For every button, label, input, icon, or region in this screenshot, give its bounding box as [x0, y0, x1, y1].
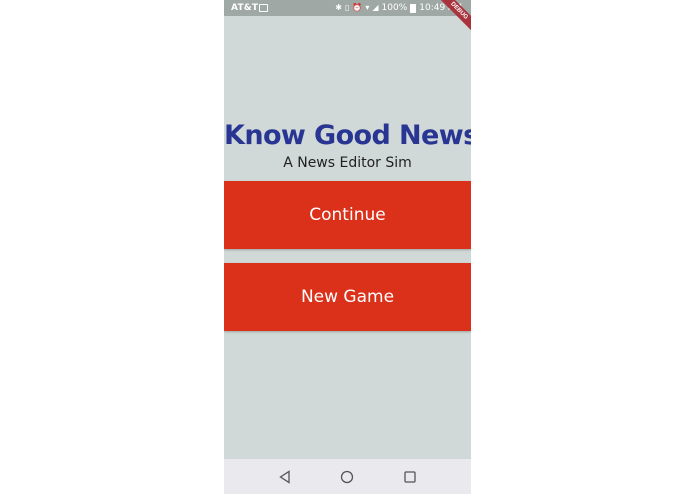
- alarm-icon: ⏰: [352, 3, 363, 12]
- status-bar: AT&T ✱ ▯ ⏰ ▾ ◢ 100% 10:49 AM: [224, 0, 471, 16]
- app-subtitle: A News Editor Sim: [283, 155, 412, 171]
- navigation-bar: [224, 459, 471, 494]
- recent-apps-icon[interactable]: [400, 467, 420, 487]
- wifi-icon: ▾: [365, 3, 370, 12]
- battery-percent: 100%: [381, 3, 408, 13]
- bluetooth-icon: ✱: [335, 3, 342, 12]
- carrier-label: AT&T: [231, 3, 259, 13]
- new-game-button[interactable]: New Game: [224, 263, 471, 331]
- image-notification-icon: [259, 4, 268, 12]
- battery-icon: [410, 3, 417, 13]
- home-icon[interactable]: [337, 467, 357, 487]
- signal-icon: ◢: [372, 3, 379, 12]
- phone-screen: AT&T ✱ ▯ ⏰ ▾ ◢ 100% 10:49 AM DEBUG Know …: [224, 0, 471, 494]
- continue-button[interactable]: Continue: [224, 181, 471, 249]
- vibrate-icon: ▯: [344, 3, 350, 12]
- back-icon[interactable]: [275, 467, 295, 487]
- app-title: Know Good News: [224, 120, 471, 151]
